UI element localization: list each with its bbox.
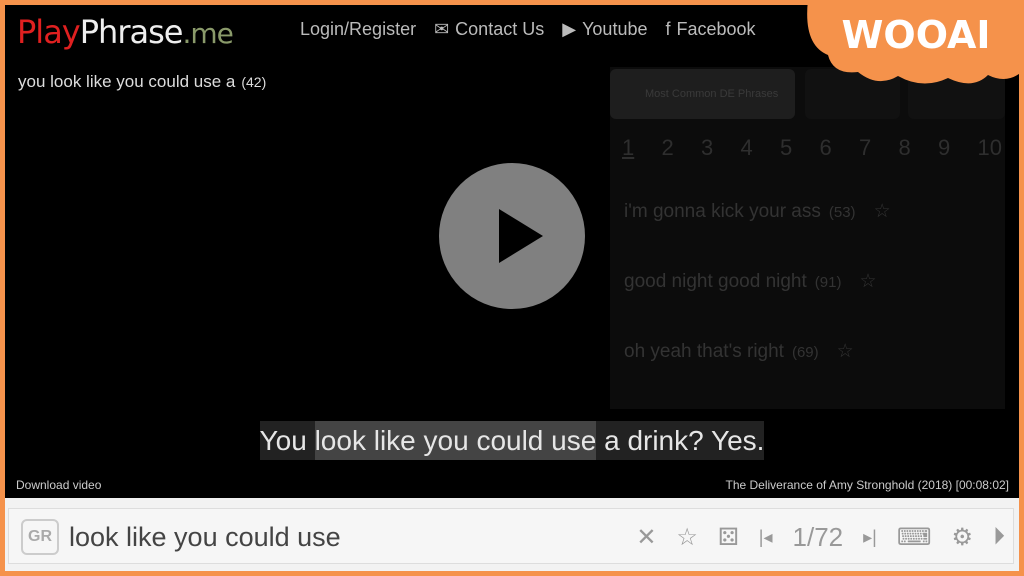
logo-phrase: Phrase	[79, 13, 184, 51]
logo[interactable]: PlayPhrase.me	[17, 13, 234, 51]
dice-icon[interactable]: ⚄	[718, 523, 739, 552]
video-source: The Deliverance of Amy Stronghold (2018)…	[725, 478, 1010, 492]
envelope-icon: ✉	[434, 19, 450, 39]
youtube-link[interactable]: ▶ Youtube	[562, 19, 647, 40]
page-1[interactable]: 1	[622, 135, 634, 161]
youtube-icon: ▶	[562, 19, 577, 39]
item-text: i'm gonna kick your ass	[624, 201, 821, 222]
page-3[interactable]: 3	[701, 135, 713, 161]
phrase-text: you look like you could use a	[18, 72, 236, 91]
login-label: Login/Register	[300, 19, 417, 39]
facebook-label: Facebook	[676, 19, 756, 39]
pagination: 1 2 3 4 5 6 7 8 9 10	[622, 135, 1002, 161]
star-icon[interactable]: ☆	[676, 523, 698, 552]
top-nav: Login/Register ✉ Contact Us ▶ Youtube f Fac…	[300, 19, 756, 40]
search-input[interactable]	[69, 517, 529, 557]
logo-play: Play	[17, 13, 81, 51]
subtitle: You look like you could use a drink? Yes…	[5, 421, 1019, 460]
facebook-link[interactable]: f Facebook	[665, 19, 755, 40]
phrase-count: (42)	[241, 74, 267, 90]
language-button[interactable]: GR	[21, 519, 59, 555]
page-5[interactable]: 5	[780, 135, 792, 161]
page-6[interactable]: 6	[820, 135, 832, 161]
item-text: good night good night	[624, 271, 807, 292]
page-4[interactable]: 4	[741, 135, 753, 161]
youtube-label: Youtube	[582, 19, 648, 39]
next-icon[interactable]: ▸|	[863, 527, 877, 548]
contact-label: Contact Us	[455, 19, 545, 39]
star-icon[interactable]: ☆	[837, 341, 854, 362]
item-text: oh yeah that's right	[624, 341, 784, 362]
contact-link[interactable]: ✉ Contact Us	[434, 19, 544, 40]
star-icon[interactable]: ☆	[859, 271, 876, 292]
item-count: (53)	[828, 204, 856, 221]
previous-icon[interactable]: |◂	[759, 527, 773, 548]
watermark-logo: WOOAI	[798, 0, 1024, 90]
result-counter: 1/72	[792, 521, 844, 552]
download-video-link[interactable]: Download video	[16, 478, 101, 492]
list-item[interactable]: good night good night (91) ☆	[624, 270, 877, 293]
subtitle-highlight: look like you could use	[314, 421, 597, 460]
toolbar: ✕ ☆ ⚄ |◂ 1/72 ▸| ⌨ ⚙ ⏵	[636, 517, 1005, 557]
gear-icon[interactable]: ⚙	[951, 523, 973, 552]
subtitle-after: a drink? Yes.	[596, 421, 765, 460]
facebook-icon: f	[665, 19, 671, 39]
page-8[interactable]: 8	[899, 135, 911, 161]
login-link[interactable]: Login/Register	[300, 19, 416, 40]
tab-label: Most Common DE Phrases	[645, 88, 779, 100]
current-phrase: you look like you could use a (42)	[18, 72, 266, 92]
page-10[interactable]: 10	[978, 135, 1002, 161]
page-7[interactable]: 7	[859, 135, 871, 161]
item-count: (91)	[814, 274, 842, 291]
item-count: (69)	[791, 344, 819, 361]
play-circle-icon[interactable]: ⏵	[993, 523, 1005, 551]
star-icon[interactable]: ☆	[874, 201, 891, 222]
play-button[interactable]	[439, 163, 585, 309]
svg-text:WOOAI: WOOAI	[841, 13, 990, 57]
search-box: GR ✕ ☆ ⚄ |◂ 1/72 ▸| ⌨ ⚙ ⏵	[8, 508, 1014, 564]
page-2[interactable]: 2	[662, 135, 674, 161]
keyboard-icon[interactable]: ⌨	[897, 523, 932, 552]
logo-me: .me	[182, 17, 233, 50]
search-bar: GR ✕ ☆ ⚄ |◂ 1/72 ▸| ⌨ ⚙ ⏵	[5, 498, 1019, 571]
phrases-panel: Most Common DE Phrases 1 2 3 4 5 6 7 8 9 10 i'm g…	[610, 67, 1005, 409]
clear-icon[interactable]: ✕	[636, 523, 656, 552]
list-item[interactable]: oh yeah that's right (69) ☆	[624, 340, 854, 363]
tab-most-common[interactable]: Most Common DE Phrases	[610, 69, 795, 119]
subtitle-before: You	[259, 421, 315, 460]
list-item[interactable]: i'm gonna kick your ass (53) ☆	[624, 200, 891, 223]
page-9[interactable]: 9	[938, 135, 950, 161]
